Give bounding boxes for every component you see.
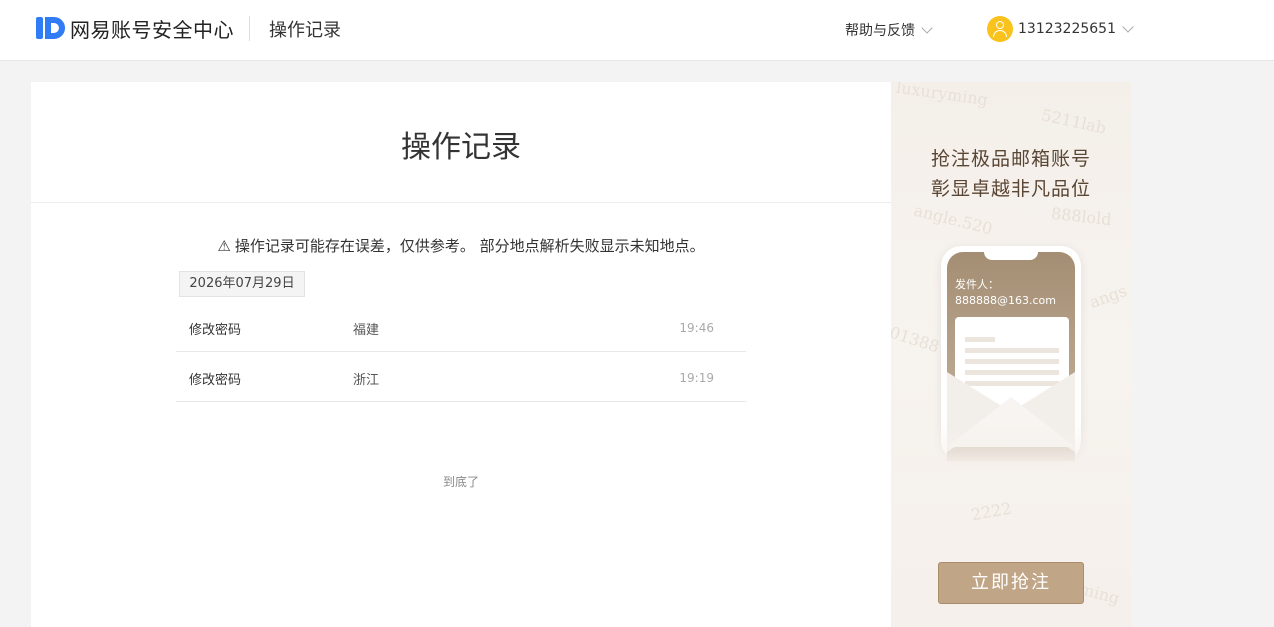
date-group-label: 2026年07月29日 — [179, 271, 305, 297]
user-phone: 13123225651 — [1018, 21, 1116, 37]
chevron-down-icon — [921, 21, 933, 34]
ad-watermark: angle.520 — [911, 200, 995, 239]
record-action: 修改密码 — [189, 373, 242, 388]
notice-message: 操作记录可能存在误差，仅供参考。 部分地点解析失败显示未知地点。 — [234, 237, 705, 255]
sender-label: 发件人： — [955, 278, 999, 291]
warning-icon: ⚠ — [217, 237, 231, 255]
premium-email-ad[interactable]: luxuryming 5211lab angle.520 888lold 013… — [891, 82, 1131, 627]
user-avatar-icon — [987, 16, 1013, 42]
page-title: 操作记录 — [401, 130, 521, 165]
phone-notch — [984, 252, 1038, 260]
netease-logo[interactable]: 网易账号安全中心 — [36, 15, 234, 42]
logo-text: 网易账号安全中心 — [70, 17, 234, 42]
ad-watermark: luxuryming — [895, 82, 990, 110]
logo-icon — [36, 15, 66, 41]
record-location: 浙江 — [353, 373, 380, 388]
main-card: 操作记录 ⚠ 操作记录可能存在误差，仅供参考。 部分地点解析失败显示未知地点。 2… — [31, 82, 891, 627]
notice-text: ⚠ 操作记录可能存在误差，仅供参考。 部分地点解析失败显示未知地点。 — [31, 235, 891, 256]
sender-email: 888888@163.com — [955, 294, 1056, 307]
ad-watermark: 01388 — [891, 322, 942, 357]
header-section-title: 操作记录 — [269, 20, 341, 41]
ad-fade — [891, 422, 1131, 472]
ad-headline: 抢注极品邮箱账号 彰显卓越非凡品位 — [891, 144, 1131, 204]
register-now-button[interactable]: 立即抢注 — [938, 562, 1084, 604]
record-row: 修改密码 浙江 19:19 — [176, 352, 746, 402]
help-feedback-menu[interactable]: 帮助与反馈 — [845, 20, 933, 40]
top-header: 网易账号安全中心 操作记录 帮助与反馈 13123225651 — [0, 0, 1274, 61]
ad-watermark: angs — [1086, 281, 1130, 312]
header-divider — [249, 16, 250, 41]
record-time: 19:19 — [679, 371, 714, 385]
ad-watermark: 2222 — [969, 498, 1014, 525]
title-divider — [31, 202, 891, 203]
end-of-list-text: 到底了 — [442, 475, 479, 489]
ad-watermark: 5211lab — [1039, 105, 1108, 138]
ad-watermark: 888lold — [1050, 203, 1113, 230]
user-menu[interactable]: 13123225651 — [987, 16, 1134, 42]
ad-headline-line2: 彰显卓越非凡品位 — [930, 178, 1091, 200]
record-location: 福建 — [353, 323, 380, 338]
operation-record-list: 修改密码 福建 19:46 修改密码 浙江 19:19 — [176, 302, 746, 402]
record-row: 修改密码 福建 19:46 — [176, 302, 746, 352]
ad-headline-line1: 抢注极品邮箱账号 — [930, 148, 1091, 170]
record-action: 修改密码 — [189, 323, 242, 338]
chevron-down-icon — [1122, 20, 1134, 33]
help-label: 帮助与反馈 — [845, 23, 915, 39]
record-time: 19:46 — [679, 321, 714, 335]
